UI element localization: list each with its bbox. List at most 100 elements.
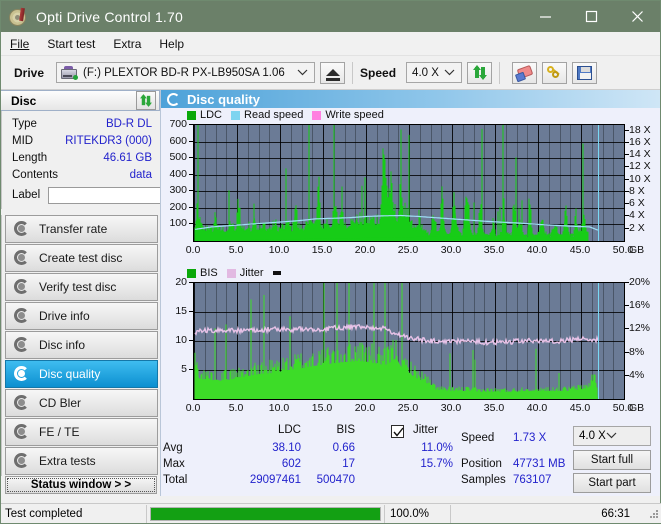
x-axis-tick-label: 0.0 bbox=[185, 244, 201, 256]
resize-grip-icon[interactable] bbox=[649, 509, 659, 519]
x-axis-tick-label: 10.0 bbox=[268, 244, 290, 256]
chart2-legend: BIS Jitter bbox=[161, 266, 660, 280]
total-bis-value: 500470 bbox=[316, 474, 355, 486]
start-part-button[interactable]: Start part bbox=[573, 473, 651, 493]
menu-start-test-label: Start test bbox=[47, 36, 96, 51]
close-icon[interactable] bbox=[614, 1, 660, 32]
elapsed-time: 66:31 bbox=[601, 507, 630, 520]
minimize-icon[interactable] bbox=[522, 1, 568, 32]
sidebar-item-transfer-rate[interactable]: Transfer rate bbox=[5, 215, 158, 244]
legend-entry-read-speed: Read speed bbox=[231, 109, 303, 121]
y2-axis-tick bbox=[625, 141, 629, 143]
disc-length-label: Length bbox=[12, 151, 48, 164]
y2-axis-tick-label: 12% bbox=[629, 322, 651, 335]
green-refresh-arrows-icon bbox=[472, 65, 488, 80]
menu-file-label: File bbox=[10, 36, 30, 51]
jitter-checkbox[interactable] bbox=[391, 425, 404, 438]
y2-axis-tick-label: 16% bbox=[629, 299, 651, 312]
toolbar-divider-2 bbox=[499, 61, 501, 84]
position-stat-label: Position bbox=[461, 458, 502, 470]
x-axis-tick-label: 30.0 bbox=[440, 244, 462, 256]
y2-axis-tick-label: 4 X bbox=[629, 209, 645, 222]
y2-axis-tick bbox=[625, 215, 629, 217]
menu-file[interactable]: File bbox=[10, 37, 29, 51]
test-speed-select[interactable]: 4.0 X bbox=[573, 426, 651, 446]
legend-entry-write-speed: Write speed bbox=[312, 109, 384, 121]
title-bar: Opti Drive Control 1.70 bbox=[1, 1, 660, 32]
menu-extra-label: Extra bbox=[113, 36, 142, 51]
row-label-total: Total bbox=[163, 474, 188, 486]
status-window-button[interactable]: Status window > > bbox=[5, 476, 157, 494]
y2-axis-tick bbox=[625, 178, 629, 180]
disc-quality-icon bbox=[167, 92, 181, 106]
disc-label-label: Label bbox=[12, 189, 41, 202]
y-axis-tick-label: 500 bbox=[169, 151, 187, 164]
disc-burn-icon bbox=[13, 250, 31, 266]
maximize-icon[interactable] bbox=[568, 1, 614, 32]
disc-verify-icon bbox=[13, 279, 31, 295]
test-speed-value: 4.0 X bbox=[579, 430, 606, 442]
y2-axis-tick-label: 16 X bbox=[629, 135, 651, 148]
cd-bler-icon bbox=[13, 395, 31, 411]
max-bis-value: 17 bbox=[342, 458, 355, 470]
keys-button[interactable] bbox=[542, 61, 568, 84]
sidebar-item-verify-test-disc[interactable]: Verify test disc bbox=[5, 273, 158, 302]
x-axis-tick-label: 25.0 bbox=[397, 402, 419, 414]
col-header-ldc: LDC bbox=[277, 424, 301, 436]
chart1-legend: LDC Read speed Write speed bbox=[161, 108, 660, 122]
y2-axis-tick bbox=[625, 129, 629, 131]
sidebar-nav: Transfer rate Create test disc Verify te… bbox=[1, 215, 160, 477]
sidebar-item-disc-quality[interactable]: Disc quality bbox=[5, 360, 158, 389]
x-axis-tick-label: 0.0 bbox=[185, 402, 201, 414]
legend-entry-marker bbox=[272, 271, 285, 275]
legend-label: Jitter bbox=[239, 267, 264, 279]
speed-select[interactable]: 4.0 X bbox=[406, 62, 463, 83]
eject-button[interactable] bbox=[320, 61, 346, 84]
drive-toolbar: Drive (F:) PLEXTOR BD-R PX-LB950SA 1.06 … bbox=[1, 56, 660, 90]
erase-button[interactable] bbox=[512, 61, 538, 84]
legend-swatch bbox=[231, 110, 241, 120]
sidebar-item-drive-info[interactable]: Drive info bbox=[5, 302, 158, 331]
menu-bar: File Start test Extra Help bbox=[1, 32, 660, 56]
disc-label-row: Label bbox=[2, 183, 252, 207]
drive-select[interactable]: (F:) PLEXTOR BD-R PX-LB950SA 1.06 bbox=[56, 62, 316, 83]
save-button[interactable] bbox=[572, 61, 598, 84]
samples-stat-label: Samples bbox=[461, 474, 506, 486]
eject-icon bbox=[325, 69, 340, 81]
start-full-button[interactable]: Start full bbox=[573, 450, 651, 470]
speed-select-value: 4.0 X bbox=[412, 66, 439, 79]
chevron-down-icon bbox=[444, 67, 455, 79]
sidebar-item-cd-bler[interactable]: CD Bler bbox=[5, 389, 158, 418]
menu-start-test[interactable]: Start test bbox=[47, 37, 95, 51]
y-axis-tick-label: 20 bbox=[175, 276, 187, 288]
sidebar-item-extra-tests[interactable]: Extra tests bbox=[5, 447, 158, 476]
max-jitter-value: 15.7% bbox=[420, 458, 453, 470]
disc-refresh-button[interactable] bbox=[136, 91, 156, 111]
progress-percent: 100.0% bbox=[385, 504, 451, 523]
y-axis-tick bbox=[189, 140, 193, 142]
panel-title-bar: Disc quality bbox=[161, 90, 660, 108]
status-message: Test completed bbox=[1, 504, 147, 523]
menu-extra[interactable]: Extra bbox=[113, 37, 141, 51]
disc-info-icon bbox=[13, 337, 31, 353]
menu-help[interactable]: Help bbox=[159, 37, 184, 51]
disc-panel-title: Disc bbox=[11, 93, 37, 108]
disc-mid-label: MID bbox=[12, 134, 34, 147]
row-label-max: Max bbox=[163, 458, 185, 470]
main-body: Disc Type BD-R DL MID RITEKDR3 (000) Len… bbox=[1, 90, 660, 496]
disc-type-label: Type bbox=[12, 117, 37, 130]
speed-stat-value: 1.73 X bbox=[513, 432, 547, 444]
disc-info-row-length: Length 46.61 GB bbox=[2, 149, 160, 166]
sidebar-item-fe-te[interactable]: FE / TE bbox=[5, 418, 158, 447]
x-axis-tick-label: 5.0 bbox=[228, 244, 244, 256]
sidebar-item-create-test-disc[interactable]: Create test disc bbox=[5, 244, 158, 273]
y-axis-tick-label: 10 bbox=[175, 334, 187, 346]
refresh-drive-button[interactable] bbox=[467, 61, 493, 84]
y-axis-tick-label: 15 bbox=[175, 305, 187, 317]
avg-jitter-value: 11.0% bbox=[421, 442, 453, 454]
x-axis-unit-label: GB bbox=[629, 244, 645, 256]
chevron-down-icon bbox=[606, 430, 617, 442]
disc-mid-value: RITEKDR3 (000) bbox=[65, 134, 152, 147]
y2-axis-tick-label: 6 X bbox=[629, 197, 645, 210]
sidebar-item-disc-info[interactable]: Disc info bbox=[5, 331, 158, 360]
